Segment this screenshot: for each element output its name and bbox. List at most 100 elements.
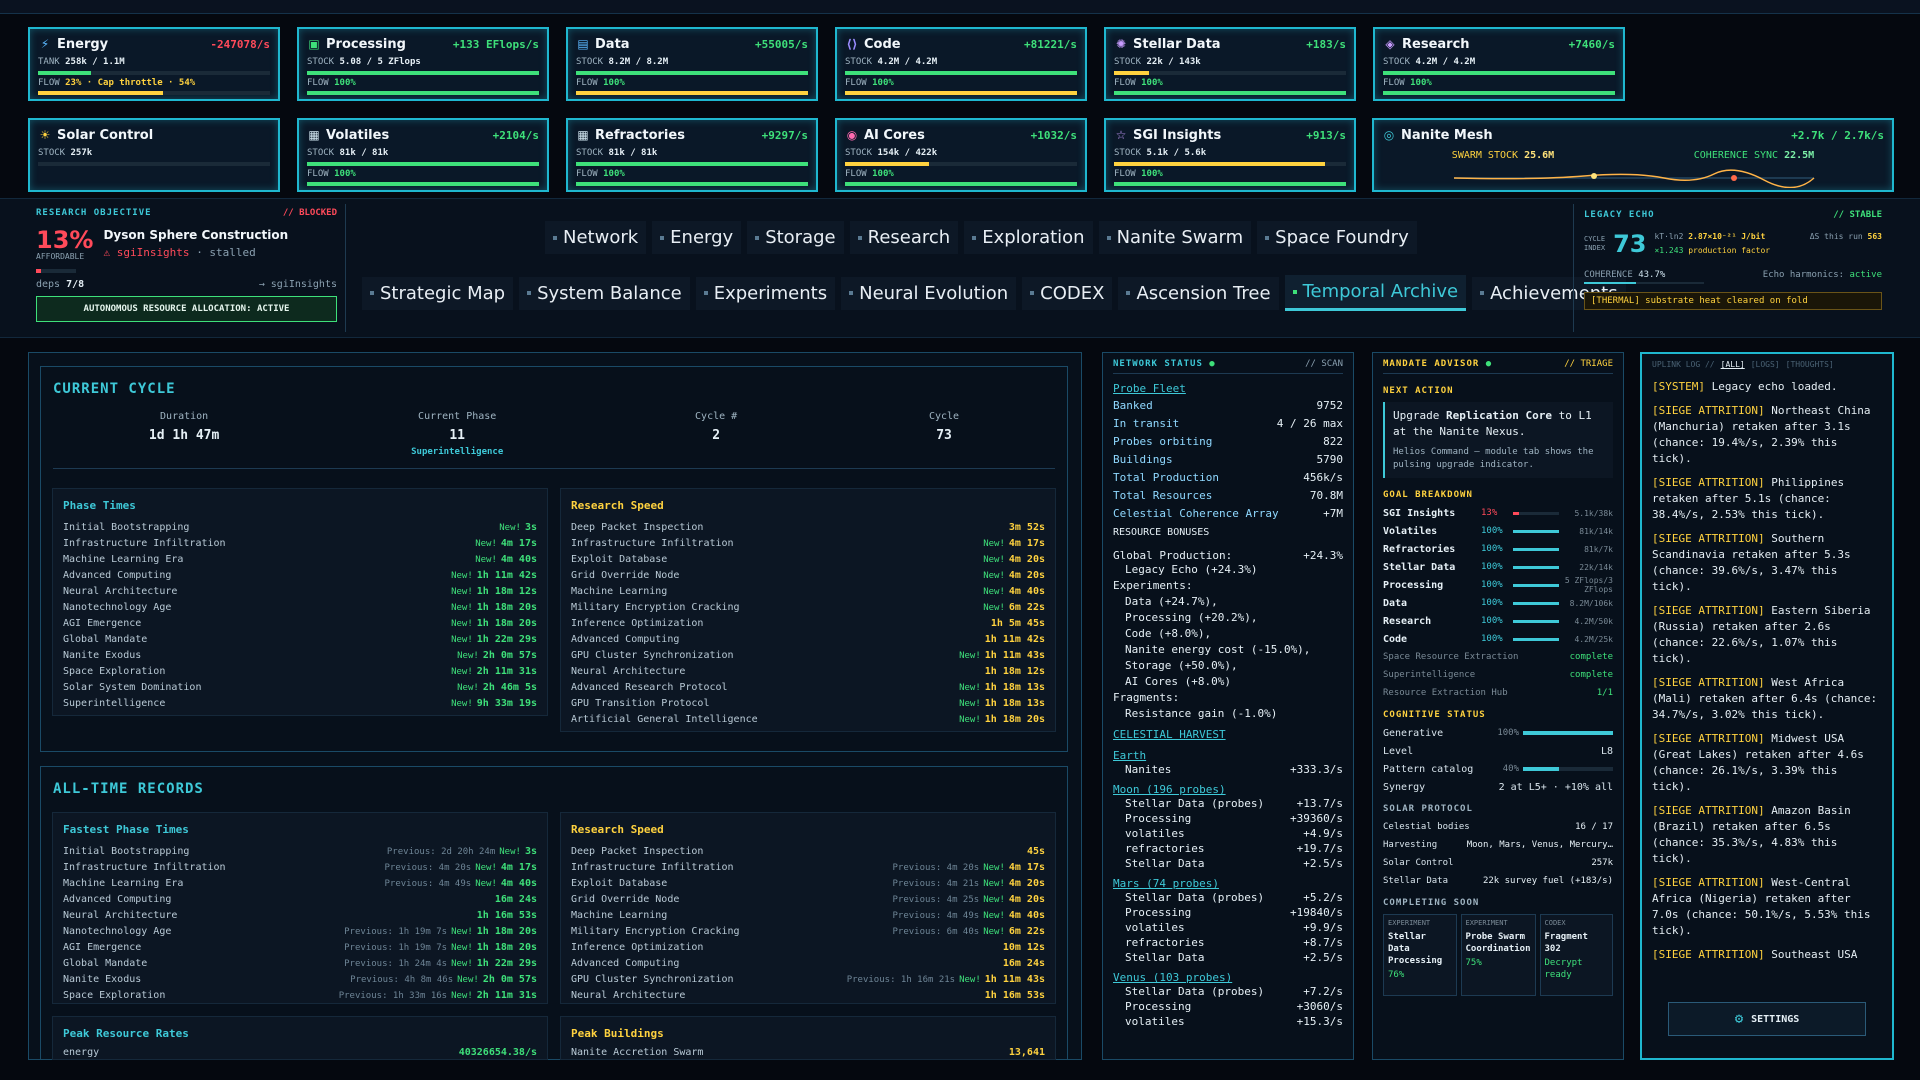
item-name: Neural Architecture xyxy=(571,990,686,1001)
resource-name: Data xyxy=(595,36,630,52)
harvest-body-earth[interactable]: Earth xyxy=(1113,749,1343,762)
tab-experiments[interactable]: Experiments xyxy=(695,276,836,310)
cognitive-title: COGNITIVE STATUS xyxy=(1383,710,1486,720)
uplink-log-panel: UPLINK LOG // [ALL] [LOGS] [THOUGHTS] [SYS… xyxy=(1640,352,1894,1060)
completed-value: 1/1 xyxy=(1596,688,1613,698)
tab-storage[interactable]: Storage xyxy=(747,221,844,254)
harvest-body-mars-74-probes[interactable]: Mars (74 probes) xyxy=(1113,877,1343,890)
item-value: 2h 0m 57s xyxy=(482,650,537,661)
cycle-label: CYCLE xyxy=(1584,235,1606,243)
tab-ascension-tree[interactable]: Ascension Tree xyxy=(1118,276,1279,310)
log-tag: [SYSTEM] xyxy=(1652,380,1705,393)
settings-button[interactable]: ⚙ SETTINGS xyxy=(1668,1002,1866,1036)
item-value: 4m 20s xyxy=(1008,894,1045,905)
resource-card-ai-cores[interactable]: ◉ AI Cores +1032/s STOCK 154k / 422k FLOW … xyxy=(835,118,1087,192)
resource-card-code[interactable]: ⟨⟩ Code +81221/s STOCK 4.2M / 4.2M FLOW 10… xyxy=(835,27,1087,101)
research-progress-bar xyxy=(36,269,76,273)
tab-system-balance[interactable]: System Balance xyxy=(519,276,690,310)
harvest-value: +2.5/s xyxy=(1303,857,1343,870)
resource-card-research[interactable]: ◈ Research +7460/s STOCK 4.2M / 4.2M FLOW … xyxy=(1373,27,1625,101)
completing-soon-card[interactable]: CODEX Fragment 302 Decrypt ready xyxy=(1539,914,1614,996)
new-badge: New! xyxy=(983,879,1005,889)
item-value: 2h 0m 57s xyxy=(482,974,537,985)
new-badge: New! xyxy=(959,975,981,985)
harvest-body-venus-103-probes[interactable]: Venus (103 probes) xyxy=(1113,971,1343,984)
network-value: 4 / 26 max xyxy=(1276,417,1343,430)
resource-card-data[interactable]: ▤ Data +55005/s STOCK 8.2M / 8.2M FLOW 100… xyxy=(566,27,818,101)
resource-rate: +55005/s xyxy=(755,37,808,51)
goal-name: Stellar Data xyxy=(1383,561,1456,573)
item-value: 1h 18m 20s xyxy=(476,618,537,629)
resource-card-refractories[interactable]: ▦ Refractories +9297/s STOCK 81k / 81k FLO… xyxy=(566,118,818,192)
completed-goal: Space Resource Extraction complete xyxy=(1383,648,1613,666)
harvest-value: +7.2/s xyxy=(1303,985,1343,998)
tab-nanite-swarm[interactable]: Nanite Swarm xyxy=(1098,221,1252,254)
tab-space-foundry[interactable]: Space Foundry xyxy=(1257,221,1417,254)
list-item: Infrastructure Infiltration Previous: 4m … xyxy=(571,860,1045,876)
resource-card-energy[interactable]: ⚡ Energy -247078/s TANK 258k / 1.1M FLOW 2… xyxy=(28,27,280,101)
tab-bullet-icon xyxy=(1480,291,1485,295)
deps-link[interactable]: → sgiInsights xyxy=(259,279,337,290)
action-target: Replication Core xyxy=(1445,409,1552,422)
new-badge: New! xyxy=(959,699,981,709)
tab-network[interactable]: Network xyxy=(545,221,647,254)
uplink-tab-thoughts[interactable]: [THOUGHTS] xyxy=(1786,360,1834,369)
coherence-bar xyxy=(1584,282,1704,284)
harvest-body-moon-196-probes[interactable]: Moon (196 probes) xyxy=(1113,783,1343,796)
tab-neural-evolution[interactable]: Neural Evolution xyxy=(841,276,1017,310)
item-value: 1h 11m 43s xyxy=(984,974,1045,985)
network-key: Total Production xyxy=(1113,471,1219,484)
celestial-harvest-link[interactable]: CELESTIAL HARVEST xyxy=(1113,728,1343,741)
new-badge: New! xyxy=(983,911,1005,921)
new-badge: New! xyxy=(983,555,1005,565)
flow-bar xyxy=(576,91,808,95)
flow-label: FLOW xyxy=(845,78,867,88)
harvest-key: volatiles xyxy=(1125,827,1185,840)
goal-value: 81k/14k xyxy=(1579,526,1613,536)
item-value: 1h 22m 29s xyxy=(476,634,537,645)
resource-card-solar-control[interactable]: ☀ Solar Control STOCK 257k xyxy=(28,118,280,192)
completed-key: Superintelligence xyxy=(1383,670,1476,680)
new-badge: New! xyxy=(451,619,473,629)
resource-card-processing[interactable]: ▣ Processing +133 EFlops/s STOCK 5.08 / 5 … xyxy=(297,27,549,101)
item-value: 1h 11m 42s xyxy=(984,634,1045,645)
uplink-tab-logs[interactable]: [LOGS] xyxy=(1751,360,1780,369)
tab-energy[interactable]: Energy xyxy=(652,221,742,254)
resource-card-nanite-mesh[interactable]: ◎ Nanite Mesh +2.7k / 2.7k/s SWARM STOCK … xyxy=(1372,118,1894,192)
uplink-title: UPLINK LOG // xyxy=(1652,360,1715,369)
item-name: Nanite Exodus xyxy=(63,650,142,661)
item-name: Initial Bootstrapping xyxy=(63,846,190,857)
item-name: GPU Cluster Synchronization xyxy=(571,650,734,661)
stock-value: 4.2M / 4.2M xyxy=(877,57,938,67)
item-previous: Previous: 6m 40s xyxy=(892,927,980,937)
flow-value: 100% xyxy=(603,78,625,88)
completing-soon-card[interactable]: EXPERIMENT Probe Swarm Coordination 75% xyxy=(1460,914,1536,996)
log-entry: [SIEGE ATTRITION] Philippines retaken af… xyxy=(1652,475,1882,523)
completing-soon-card[interactable]: EXPERIMENT Stellar Data Processing 76% xyxy=(1383,914,1457,996)
tab-exploration[interactable]: Exploration xyxy=(964,221,1093,254)
next-action-card[interactable]: Upgrade Replication Core to L1 at the Na… xyxy=(1383,402,1613,478)
tab-research[interactable]: Research xyxy=(849,221,959,254)
completed-key: Resource Extraction Hub xyxy=(1383,688,1508,698)
item-name: Nanite Exodus xyxy=(63,974,142,985)
resource-card-stellar-data[interactable]: ✺ Stellar Data +183/s STOCK 22k / 143k FLO… xyxy=(1104,27,1356,101)
goal-name: Processing xyxy=(1383,579,1444,591)
probe-fleet-link[interactable]: Probe Fleet xyxy=(1113,382,1343,395)
echo-value: active xyxy=(1849,270,1882,280)
tab-temporal-archive[interactable]: Temporal Archive xyxy=(1284,275,1467,311)
stock-value: 5.1k / 5.6k xyxy=(1146,148,1207,158)
tab-strategic-map[interactable]: Strategic Map xyxy=(362,276,514,310)
item-value: 1h 5m 45s xyxy=(990,618,1045,629)
resource-card-sgi-insights[interactable]: ☆ SGI Insights +913/s STOCK 5.1k / 5.6k FL… xyxy=(1104,118,1356,192)
tab-codex[interactable]: CODEX xyxy=(1022,276,1113,310)
autonomous-allocation-button[interactable]: AUTONOMOUS RESOURCE ALLOCATION: ACTIVE xyxy=(36,296,337,322)
list-item: Advanced Computing 16m 24s xyxy=(571,956,1045,972)
uplink-tab-all[interactable]: [ALL] xyxy=(1721,360,1745,369)
stock-label: STOCK xyxy=(1114,57,1142,67)
item-previous: Previous: 4m 25s xyxy=(892,895,980,905)
harvest-value: +15.3/s xyxy=(1296,1015,1343,1028)
item-name: AGI Emergence xyxy=(63,942,142,953)
tab-bullet-icon xyxy=(1106,235,1111,240)
resource-card-volatiles[interactable]: ▦ Volatiles +2104/s STOCK 81k / 81k FLOW 1… xyxy=(297,118,549,192)
goal-bar xyxy=(1513,565,1559,569)
